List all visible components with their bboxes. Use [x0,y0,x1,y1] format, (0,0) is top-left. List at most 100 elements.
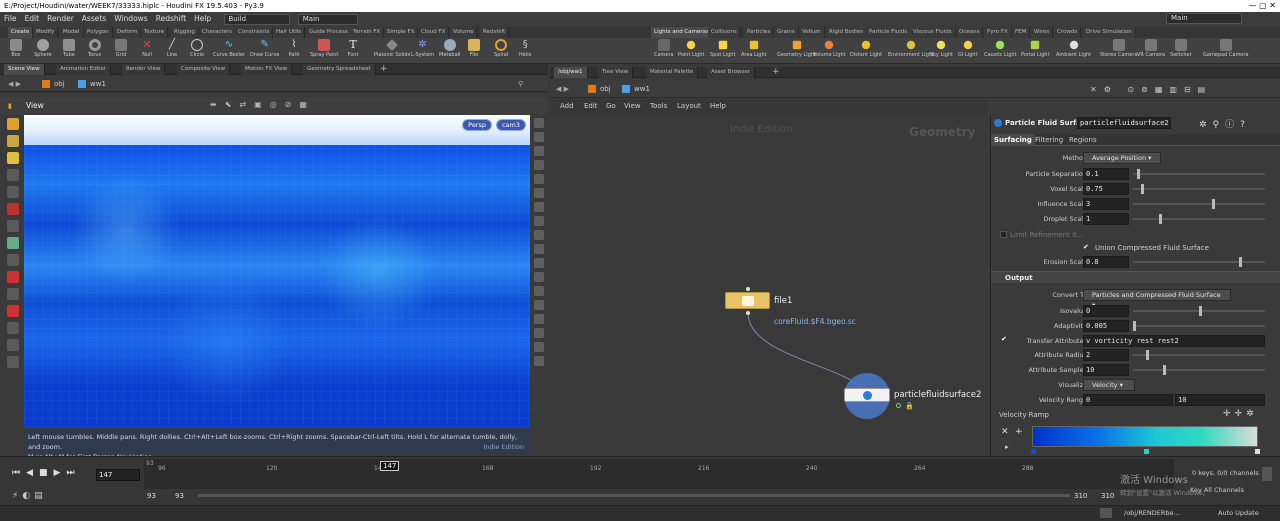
menu-help[interactable]: Help [710,102,726,110]
ramp-key[interactable] [1144,449,1149,454]
pin-icon[interactable]: ⚲ [518,76,523,92]
persp-button[interactable]: Persp [462,119,492,131]
magnet-snap-icon[interactable] [7,305,19,317]
shelf-tab[interactable]: Volume [450,27,478,38]
move-icon[interactable] [7,135,19,147]
point-icon[interactable] [533,258,544,268]
torus-tool[interactable]: Torus [88,39,101,58]
cam-icon[interactable] [533,342,544,352]
layers-icon[interactable] [533,300,544,310]
window-controls[interactable]: — ▢ ✕ [1249,0,1276,12]
tab-tree-view[interactable]: Tree View [598,67,634,78]
menu-tools[interactable]: Tools [650,102,667,110]
attribute-samples-field[interactable]: 10 [1083,364,1129,376]
output-section[interactable]: Output [991,271,1280,283]
menu-edit[interactable]: Edit [584,102,598,110]
droplet-scale-slider[interactable] [1133,214,1265,224]
auto-update-button[interactable]: Auto Update [1218,509,1259,517]
lock-icon[interactable] [533,132,544,142]
node-name-field[interactable]: particlefluidsurface2 [1077,117,1171,129]
shelf-tab[interactable]: Hair Utils [273,27,306,38]
frame-field[interactable]: 147 [96,469,140,481]
shelf-tab[interactable]: Lights and Cameras [651,27,713,38]
shelf-tab[interactable]: Collisions [708,27,741,38]
shelf-tab[interactable]: Wires [1031,27,1054,38]
voxel-scale-field[interactable]: 0.75 [1083,183,1129,195]
tab-geometry-spreadsheet[interactable]: Geometry Spreadsheet [303,64,376,75]
helix-tool[interactable]: § Helix [519,39,532,58]
wire-icon[interactable] [533,160,544,170]
ramp-add-icon[interactable]: + [1015,427,1023,437]
shelf-tab[interactable]: Modify [33,27,59,38]
timeline-track[interactable]: 93 96 120 144 168 192 216 240 264 288 14… [144,459,1174,489]
scene-viewport[interactable]: Persp cam3 [24,115,530,428]
shelf-tab[interactable]: FEM [1012,27,1031,38]
node-input-dot[interactable] [746,287,750,291]
playback-controls[interactable]: ⏮◀■▶⏭ [12,468,81,478]
tab-composite-view[interactable]: Composite View [177,64,231,75]
layers-icon[interactable] [7,356,19,368]
shelf-tab[interactable]: Model [60,27,84,38]
attribute-samples-slider[interactable] [1133,365,1265,375]
erosion-slider[interactable] [1133,257,1265,267]
lsystem-tool[interactable]: ✲ L-System [411,39,434,58]
ramp-tools-icons[interactable]: ✛✛✲ [1223,409,1258,419]
metaball-tool[interactable]: Metaball [439,39,460,58]
stereo-camera-tool[interactable]: Stereo Camera [1100,39,1138,58]
menu-view[interactable]: View [624,102,641,110]
slider-knob[interactable] [1238,257,1242,267]
influence-scale-field[interactable]: 3 [1083,198,1129,210]
lock-flag-icon[interactable]: 🔒 [905,402,914,410]
lock-icon[interactable] [7,186,19,198]
tab-motion-fx-view[interactable]: Motion FX View [241,64,293,75]
bulb2-icon[interactable] [533,188,544,198]
handle-icon[interactable] [7,152,19,164]
status-icon[interactable] [1100,508,1112,518]
particle-separation-field[interactable]: 0.1 [1083,168,1129,180]
null-tool[interactable]: ✕ Null [141,39,153,59]
cube-icon[interactable] [533,314,544,324]
node-output-dot[interactable] [746,311,750,315]
bulb-icon[interactable] [533,174,544,184]
clock-icon[interactable] [533,272,544,282]
path-tool[interactable]: ⌇ Path [288,39,300,58]
start-frame-2[interactable]: 93 [175,492,184,500]
shelf-tab[interactable]: Redshift [480,27,510,38]
network-toolbar-icons[interactable]: ✕⚙ ⊙⊚▦▥⊟▤ [1090,81,1212,98]
adaptivity-slider[interactable] [1133,321,1265,331]
caustic-light-tool[interactable]: Caustic Light [984,39,1017,58]
start-frame[interactable]: 93 [147,492,156,500]
tab-surfacing[interactable]: Surfacing [991,134,1035,146]
grid-tool[interactable]: Grid [115,39,127,58]
file1-node-name[interactable]: file1 [774,296,792,306]
environment-light-tool[interactable]: Environment Light [888,39,934,58]
ramp-key[interactable] [1255,449,1260,454]
network-editor[interactable]: Indie Edition Geometry file1 coreFluid.$… [552,115,988,456]
spray-paint-tool[interactable]: Spray Paint [310,39,338,58]
draw-curve-tool[interactable]: ✎ Draw Curve [250,39,279,58]
frame-icon[interactable] [533,230,544,240]
end-frame[interactable]: 310 [1074,492,1087,500]
shelf-tab[interactable]: Grains [774,27,799,38]
shelf-tab[interactable]: Create [8,27,34,38]
path-obj[interactable]: obj [600,81,611,98]
right-desktop-select[interactable]: Main [1166,13,1242,24]
distant-light-tool[interactable]: Distant Light [850,39,882,58]
shelf-tab[interactable]: Terrain FX [350,27,385,38]
shelf-tab[interactable]: Simple FX [384,27,419,38]
tab-regions[interactable]: Regions [1065,134,1101,146]
menu-file[interactable]: File [0,12,21,26]
tab-render-view[interactable]: Render View [122,64,166,75]
end-frame-2[interactable]: 310 [1101,492,1114,500]
vr-camera-tool[interactable]: VR Camera [1137,39,1165,58]
slider-knob[interactable] [1133,321,1136,331]
ramp-key[interactable] [1031,449,1036,454]
shelf-tab[interactable]: Texture [141,27,169,38]
transfer-checkbox[interactable]: ✔ [1001,335,1007,343]
pfs-node-name[interactable]: particlefluidsurface2 [894,390,981,400]
attribute-radius-slider[interactable] [1133,350,1265,360]
range-slider[interactable] [198,494,1070,497]
velocity-range-min[interactable]: 0 [1083,394,1173,406]
shelf-tab[interactable]: Cloud FX [418,27,450,38]
file1-node[interactable] [725,292,770,309]
